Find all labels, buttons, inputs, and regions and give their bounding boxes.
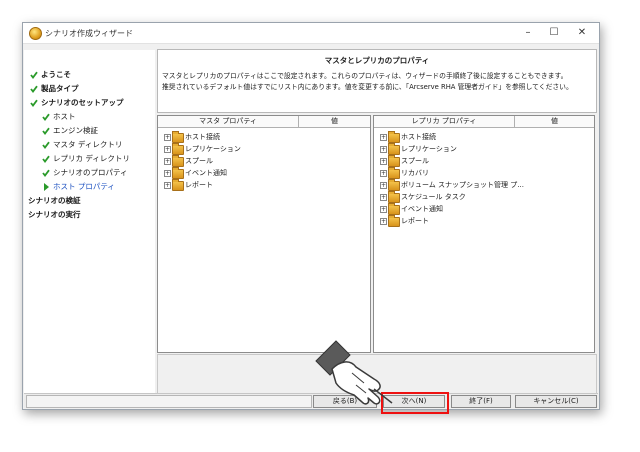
properties-header: マスタとレプリカのプロパティ マスタとレプリカのプロパティはここで設定されます。…	[157, 49, 597, 113]
wizard-steps-sidebar: ようこそ 製品タイプ シナリオのセットアップ ホスト エンジン検証 マスタ ディ…	[24, 50, 155, 400]
folder-icon	[172, 131, 184, 143]
maximize-button[interactable]: ☐	[546, 26, 562, 40]
expand-icon[interactable]: +	[380, 206, 387, 213]
minimize-button[interactable]: –	[520, 26, 536, 40]
checkmark-icon	[42, 113, 50, 121]
checkmark-icon	[30, 99, 38, 107]
step-scenario-properties: シナリオのプロパティ	[42, 167, 128, 178]
current-step-arrow-icon	[44, 183, 49, 191]
folder-icon	[388, 167, 400, 179]
expand-icon[interactable]: +	[380, 134, 387, 141]
step-scenario-verification: シナリオの検証	[28, 196, 81, 205]
master-property-column[interactable]: マスタ プロパティ	[158, 116, 298, 127]
checkmark-icon	[42, 141, 50, 149]
expand-icon[interactable]: +	[380, 170, 387, 177]
step-engine-verification: エンジン検証	[42, 125, 98, 136]
folder-icon	[388, 215, 400, 227]
step-run-scenario: シナリオの実行	[28, 210, 81, 219]
master-panel-header: マスタ プロパティ 値	[158, 116, 370, 128]
page-title: マスタとレプリカのプロパティ	[324, 56, 430, 65]
folder-icon	[388, 203, 400, 215]
step-product-type: 製品タイプ	[30, 83, 79, 94]
folder-icon	[172, 167, 184, 179]
checkmark-icon	[30, 71, 38, 79]
folder-icon	[388, 179, 400, 191]
replica-value-column[interactable]: 値	[515, 116, 594, 127]
expand-icon[interactable]: +	[164, 170, 171, 177]
replica-panel-header: レプリカ プロパティ 値	[374, 116, 594, 128]
expand-icon[interactable]: +	[164, 134, 171, 141]
button-bar	[24, 393, 598, 408]
step-host-properties-current: ホスト プロパティ	[42, 181, 115, 192]
expand-icon[interactable]: +	[380, 146, 387, 153]
expand-icon[interactable]: +	[380, 182, 387, 189]
expand-icon[interactable]: +	[380, 194, 387, 201]
expand-icon[interactable]: +	[164, 182, 171, 189]
expand-icon[interactable]: +	[380, 158, 387, 165]
cancel-button[interactable]: キャンセル(C)	[515, 395, 597, 408]
title-bar: シナリオ作成ウィザード – ☐ ✕	[23, 23, 599, 44]
status-field	[26, 395, 312, 408]
master-properties-panel[interactable]: マスタ プロパティ 値 + ホスト接続 + レプリケーション + スプール + イベント…	[157, 115, 371, 353]
expand-icon[interactable]: +	[164, 158, 171, 165]
folder-icon	[388, 191, 400, 203]
step-replica-directory: レプリカ ディレクトリ	[42, 153, 130, 164]
step-scenario-setup: シナリオのセットアップ	[30, 97, 124, 108]
close-button[interactable]: ✕	[574, 26, 590, 40]
finish-button[interactable]: 終了(F)	[451, 395, 511, 408]
checkmark-icon	[42, 155, 50, 163]
app-icon	[29, 27, 42, 40]
folder-icon	[388, 143, 400, 155]
replica-property-column[interactable]: レプリカ プロパティ	[374, 116, 514, 127]
expand-icon[interactable]: +	[164, 146, 171, 153]
expand-icon[interactable]: +	[380, 218, 387, 225]
folder-icon	[172, 179, 184, 191]
step-master-directory: マスタ ディレクトリ	[42, 139, 122, 150]
folder-icon	[172, 155, 184, 167]
wizard-window: シナリオ作成ウィザード – ☐ ✕ ようこそ 製品タイプ シナリオのセットアップ…	[22, 22, 600, 414]
page-description: マスタとレプリカのプロパティはここで設定されます。これらのプロパティは、ウィザー…	[162, 72, 573, 91]
step-host: ホスト	[42, 111, 76, 122]
checkmark-icon	[42, 127, 50, 135]
folder-icon	[388, 155, 400, 167]
replica-properties-panel[interactable]: レプリカ プロパティ 値 + ホスト接続 + レプリケーション + スプール + リカバ…	[373, 115, 595, 353]
folder-icon	[172, 143, 184, 155]
folder-icon	[388, 131, 400, 143]
checkmark-icon	[30, 85, 38, 93]
master-value-column[interactable]: 値	[299, 116, 370, 127]
checkmark-icon	[42, 169, 50, 177]
window-title: シナリオ作成ウィザード	[45, 29, 133, 38]
pointing-hand-icon	[315, 340, 393, 405]
step-welcome: ようこそ	[30, 69, 71, 80]
